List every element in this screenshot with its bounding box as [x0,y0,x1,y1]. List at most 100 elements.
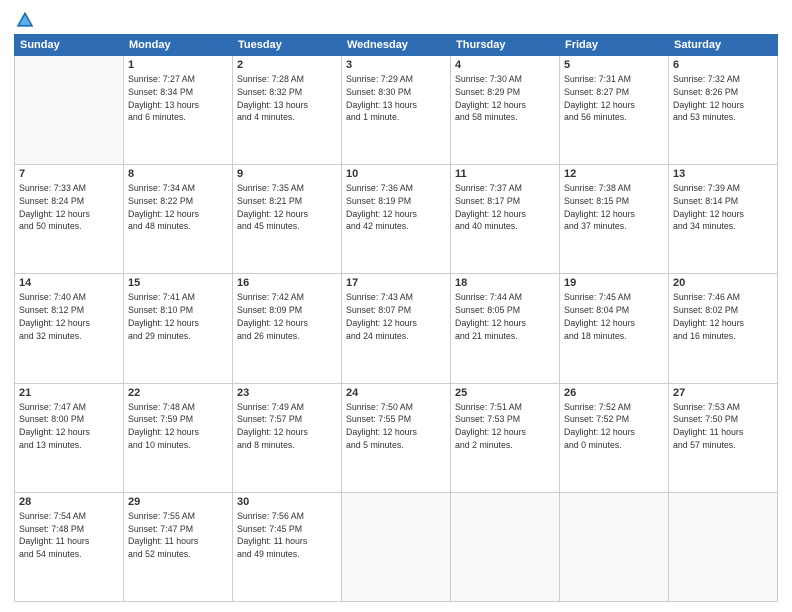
day-number: 3 [346,59,446,71]
day-info: Sunrise: 7:42 AM Sunset: 8:09 PM Dayligh… [237,291,337,342]
day-cell: 30 Sunrise: 7:56 AM Sunset: 7:45 PM Dayli… [233,492,342,601]
day-cell: 26 Sunrise: 7:52 AM Sunset: 7:52 PM Dayli… [560,383,669,492]
day-number: 9 [237,168,337,180]
day-number: 4 [455,59,555,71]
day-cell: 5 Sunrise: 7:31 AM Sunset: 8:27 PM Daylig… [560,56,669,165]
weekday-header-monday: Monday [124,35,233,56]
day-number: 6 [673,59,773,71]
day-number: 13 [673,168,773,180]
day-cell: 6 Sunrise: 7:32 AM Sunset: 8:26 PM Daylig… [669,56,778,165]
day-info: Sunrise: 7:54 AM Sunset: 7:48 PM Dayligh… [19,510,119,561]
calendar-table: SundayMondayTuesdayWednesdayThursdayFrid… [14,34,778,602]
day-number: 11 [455,168,555,180]
weekday-header-friday: Friday [560,35,669,56]
page: SundayMondayTuesdayWednesdayThursdayFrid… [0,0,792,612]
day-number: 24 [346,387,446,399]
day-info: Sunrise: 7:44 AM Sunset: 8:05 PM Dayligh… [455,291,555,342]
day-cell [560,492,669,601]
weekday-header-saturday: Saturday [669,35,778,56]
day-cell [342,492,451,601]
day-info: Sunrise: 7:40 AM Sunset: 8:12 PM Dayligh… [19,291,119,342]
day-number: 27 [673,387,773,399]
weekday-header-sunday: Sunday [15,35,124,56]
day-cell: 13 Sunrise: 7:39 AM Sunset: 8:14 PM Dayli… [669,165,778,274]
day-number: 22 [128,387,228,399]
day-cell: 27 Sunrise: 7:53 AM Sunset: 7:50 PM Dayli… [669,383,778,492]
day-info: Sunrise: 7:30 AM Sunset: 8:29 PM Dayligh… [455,73,555,124]
logo [14,10,36,26]
week-row-3: 14Sunrise: 7:40 AM Sunset: 8:12 PM Dayli… [15,274,778,383]
day-cell: 16Sunrise: 7:42 AM Sunset: 8:09 PM Dayli… [233,274,342,383]
day-number: 8 [128,168,228,180]
day-number: 12 [564,168,664,180]
day-number: 28 [19,496,119,508]
day-cell: 19Sunrise: 7:45 AM Sunset: 8:04 PM Dayli… [560,274,669,383]
day-number: 23 [237,387,337,399]
day-cell: 9 Sunrise: 7:35 AM Sunset: 8:21 PM Daylig… [233,165,342,274]
day-cell: 3 Sunrise: 7:29 AM Sunset: 8:30 PM Daylig… [342,56,451,165]
day-cell: 25 Sunrise: 7:51 AM Sunset: 7:53 PM Dayli… [451,383,560,492]
day-cell [15,56,124,165]
logo-icon [15,10,35,30]
week-row-2: 7Sunrise: 7:33 AM Sunset: 8:24 PM Daylig… [15,165,778,274]
day-info: Sunrise: 7:51 AM Sunset: 7:53 PM Dayligh… [455,401,555,452]
weekday-header-row: SundayMondayTuesdayWednesdayThursdayFrid… [15,35,778,56]
day-info: Sunrise: 7:53 AM Sunset: 7:50 PM Dayligh… [673,401,773,452]
day-cell [451,492,560,601]
week-row-5: 28 Sunrise: 7:54 AM Sunset: 7:48 PM Dayli… [15,492,778,601]
day-cell: 29Sunrise: 7:55 AM Sunset: 7:47 PM Dayli… [124,492,233,601]
weekday-header-thursday: Thursday [451,35,560,56]
day-number: 29 [128,496,228,508]
day-info: Sunrise: 7:43 AM Sunset: 8:07 PM Dayligh… [346,291,446,342]
day-cell: 12 Sunrise: 7:38 AM Sunset: 8:15 PM Dayli… [560,165,669,274]
day-cell: 17 Sunrise: 7:43 AM Sunset: 8:07 PM Dayli… [342,274,451,383]
day-number: 20 [673,277,773,289]
day-info: Sunrise: 7:39 AM Sunset: 8:14 PM Dayligh… [673,182,773,233]
day-info: Sunrise: 7:50 AM Sunset: 7:55 PM Dayligh… [346,401,446,452]
day-info: Sunrise: 7:49 AM Sunset: 7:57 PM Dayligh… [237,401,337,452]
day-info: Sunrise: 7:34 AM Sunset: 8:22 PM Dayligh… [128,182,228,233]
day-number: 17 [346,277,446,289]
week-row-4: 21 Sunrise: 7:47 AM Sunset: 8:00 PM Dayli… [15,383,778,492]
day-number: 7 [19,168,119,180]
day-info: Sunrise: 7:56 AM Sunset: 7:45 PM Dayligh… [237,510,337,561]
day-info: Sunrise: 7:29 AM Sunset: 8:30 PM Dayligh… [346,73,446,124]
day-cell: 14Sunrise: 7:40 AM Sunset: 8:12 PM Dayli… [15,274,124,383]
day-info: Sunrise: 7:31 AM Sunset: 8:27 PM Dayligh… [564,73,664,124]
day-cell: 24 Sunrise: 7:50 AM Sunset: 7:55 PM Dayli… [342,383,451,492]
day-cell: 22Sunrise: 7:48 AM Sunset: 7:59 PM Dayli… [124,383,233,492]
day-cell: 1 Sunrise: 7:27 AM Sunset: 8:34 PM Daylig… [124,56,233,165]
day-info: Sunrise: 7:32 AM Sunset: 8:26 PM Dayligh… [673,73,773,124]
day-cell: 23 Sunrise: 7:49 AM Sunset: 7:57 PM Dayli… [233,383,342,492]
day-number: 30 [237,496,337,508]
day-info: Sunrise: 7:46 AM Sunset: 8:02 PM Dayligh… [673,291,773,342]
day-info: Sunrise: 7:41 AM Sunset: 8:10 PM Dayligh… [128,291,228,342]
day-info: Sunrise: 7:47 AM Sunset: 8:00 PM Dayligh… [19,401,119,452]
day-number: 19 [564,277,664,289]
day-number: 26 [564,387,664,399]
day-cell: 20 Sunrise: 7:46 AM Sunset: 8:02 PM Dayli… [669,274,778,383]
day-number: 1 [128,59,228,71]
day-number: 10 [346,168,446,180]
header [14,10,778,26]
day-info: Sunrise: 7:52 AM Sunset: 7:52 PM Dayligh… [564,401,664,452]
day-cell: 7Sunrise: 7:33 AM Sunset: 8:24 PM Daylig… [15,165,124,274]
day-cell: 21 Sunrise: 7:47 AM Sunset: 8:00 PM Dayli… [15,383,124,492]
day-info: Sunrise: 7:35 AM Sunset: 8:21 PM Dayligh… [237,182,337,233]
weekday-header-wednesday: Wednesday [342,35,451,56]
day-cell [669,492,778,601]
day-number: 18 [455,277,555,289]
day-number: 25 [455,387,555,399]
day-info: Sunrise: 7:38 AM Sunset: 8:15 PM Dayligh… [564,182,664,233]
day-cell: 8 Sunrise: 7:34 AM Sunset: 8:22 PM Daylig… [124,165,233,274]
day-info: Sunrise: 7:37 AM Sunset: 8:17 PM Dayligh… [455,182,555,233]
day-info: Sunrise: 7:36 AM Sunset: 8:19 PM Dayligh… [346,182,446,233]
day-cell: 2Sunrise: 7:28 AM Sunset: 8:32 PM Daylig… [233,56,342,165]
day-number: 21 [19,387,119,399]
day-number: 5 [564,59,664,71]
day-cell: 28 Sunrise: 7:54 AM Sunset: 7:48 PM Dayli… [15,492,124,601]
day-info: Sunrise: 7:27 AM Sunset: 8:34 PM Dayligh… [128,73,228,124]
day-cell: 10 Sunrise: 7:36 AM Sunset: 8:19 PM Dayli… [342,165,451,274]
weekday-header-tuesday: Tuesday [233,35,342,56]
day-cell: 11 Sunrise: 7:37 AM Sunset: 8:17 PM Dayli… [451,165,560,274]
